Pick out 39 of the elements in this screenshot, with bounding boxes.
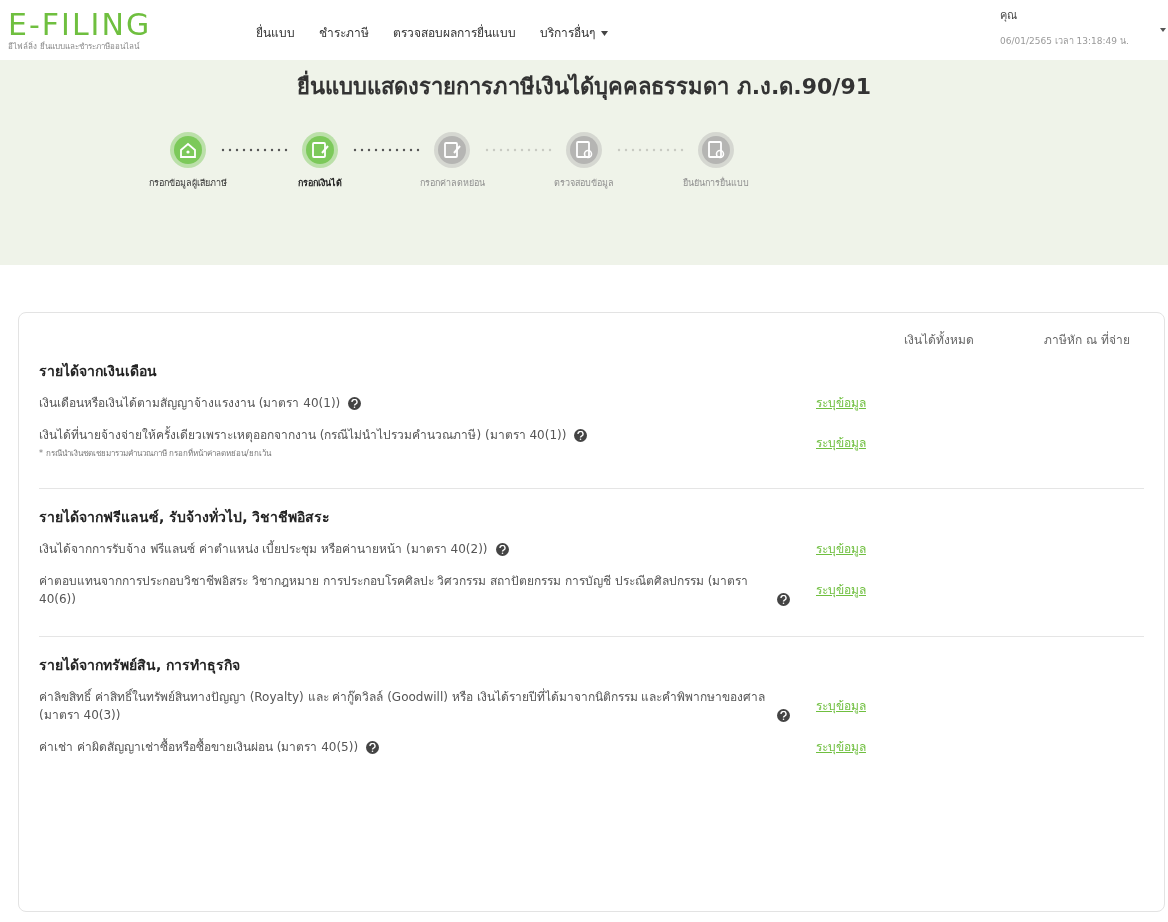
nav-link[interactable]: บริการอื่นๆ <box>540 24 608 42</box>
user-name[interactable]: คุณ <box>1000 8 1129 25</box>
help-icon[interactable] <box>366 741 380 754</box>
help-icon[interactable] <box>348 397 362 410</box>
section-title: รายได้จากเงินเดือน <box>39 362 158 381</box>
nav-link[interactable]: ชำระภาษี <box>319 24 369 42</box>
step-label[interactable]: ตรวจสอบข้อมูล <box>554 177 614 191</box>
help-icon[interactable] <box>777 709 790 722</box>
nav-link[interactable]: ตรวจสอบผลการยื่นแบบ <box>393 24 516 42</box>
column-header: เงินได้ทั้งหมด <box>904 331 975 349</box>
column-header: ภาษีหัก ณ ที่จ่าย <box>1044 331 1130 349</box>
enter-data-link[interactable]: ระบุข้อมูล <box>816 738 866 756</box>
help-icon[interactable] <box>574 429 588 442</box>
page-title: ยื่นแบบแสดงรายการภาษีเงินได้บุคคลธรรมดา ภ.ง.ด.90/91 <box>297 70 871 103</box>
step-label[interactable]: ยืนยันการยื่นแบบ <box>683 177 749 191</box>
section-title: รายได้จากฟรีแลนซ์, รับจ้างทั่วไป, วิชาชีพอิสระ <box>39 507 332 527</box>
caret-icon <box>601 30 608 36</box>
enter-data-link[interactable]: ระบุข้อมูล <box>816 434 866 452</box>
help-icon[interactable] <box>495 543 509 556</box>
nav-link[interactable]: ยื่นแบบ <box>256 24 295 42</box>
help-icon[interactable] <box>777 593 790 606</box>
section-title: รายได้จากทรัพย์สิน, การทำธุรกิจ <box>39 656 242 676</box>
enter-data-link[interactable]: ระบุข้อมูล <box>816 394 866 412</box>
date-time: 06/01/2565 เวลา 13:18:49 น. <box>1000 34 1129 48</box>
row-label: ค่าเช่า ค่าผิดสัญญาเช่าซื้อหรือซื้อขายเงินผ่อน (มาตรา 40(5)) <box>39 738 359 756</box>
logo-tagline: อีไฟล์ลิ่ง ยื่นแบบและชำระภาษีออนไลน์ <box>8 41 141 53</box>
step-label[interactable]: กรอกค่าลดหย่อน <box>419 177 485 191</box>
enter-data-link[interactable]: ระบุข้อมูล <box>816 540 866 558</box>
enter-data-link[interactable]: ระบุข้อมูล <box>816 697 866 715</box>
caret-icon[interactable] <box>1160 28 1166 32</box>
footnote: * กรณีนำเงินชดเชยมารวมคำนวณภาษี กรอกที่หน้าค่าลดหย่อน/ยกเว้น <box>39 448 273 460</box>
row-label: ค่าลิขสิทธิ์ ค่าสิทธิ์ในทรัพย์สินทางปัญญา (Royalty) และ ค่ากู๊ดวิลล์ (Goodwill) หรือ เงินได้รายปีที่ได้มาจากนิติกรรม และคำพิพากษาของศาล (มาตรา 40(3)) <box>39 688 767 724</box>
step-label[interactable]: กรอกเงินได้ <box>298 177 342 191</box>
step-label[interactable]: กรอกข้อมูลผู้เสียภาษี <box>149 177 227 191</box>
row-label: เงินเดือนหรือเงินได้ตามสัญญาจ้างแรงงาน (มาตรา 40(1)) <box>39 395 341 412</box>
row-label: ค่าตอบแทนจากการประกอบวิชาชีพอิสระ วิชากฎหมาย การประกอบโรคศิลปะ วิศวกรรม สถาปัตยกรรม การบัญชี ประณีตศิลปกรรม (มาตรา 40(6)) <box>39 573 750 608</box>
enter-data-link[interactable]: ระบุข้อมูล <box>816 581 866 599</box>
row-label: เงินได้จากการรับจ้าง ฟรีแลนซ์ ค่าตำแหน่ง เบี้ยประชุม หรือค่านายหน้า (มาตรา 40(2)) <box>39 540 488 558</box>
row-label: เงินได้ที่นายจ้างจ่ายให้ครั้งเดียวเพราะเหตุออกจากงาน (กรณีไม่นำไปรวมคำนวณภาษี) (มาตรา 40(1)) <box>39 426 567 444</box>
